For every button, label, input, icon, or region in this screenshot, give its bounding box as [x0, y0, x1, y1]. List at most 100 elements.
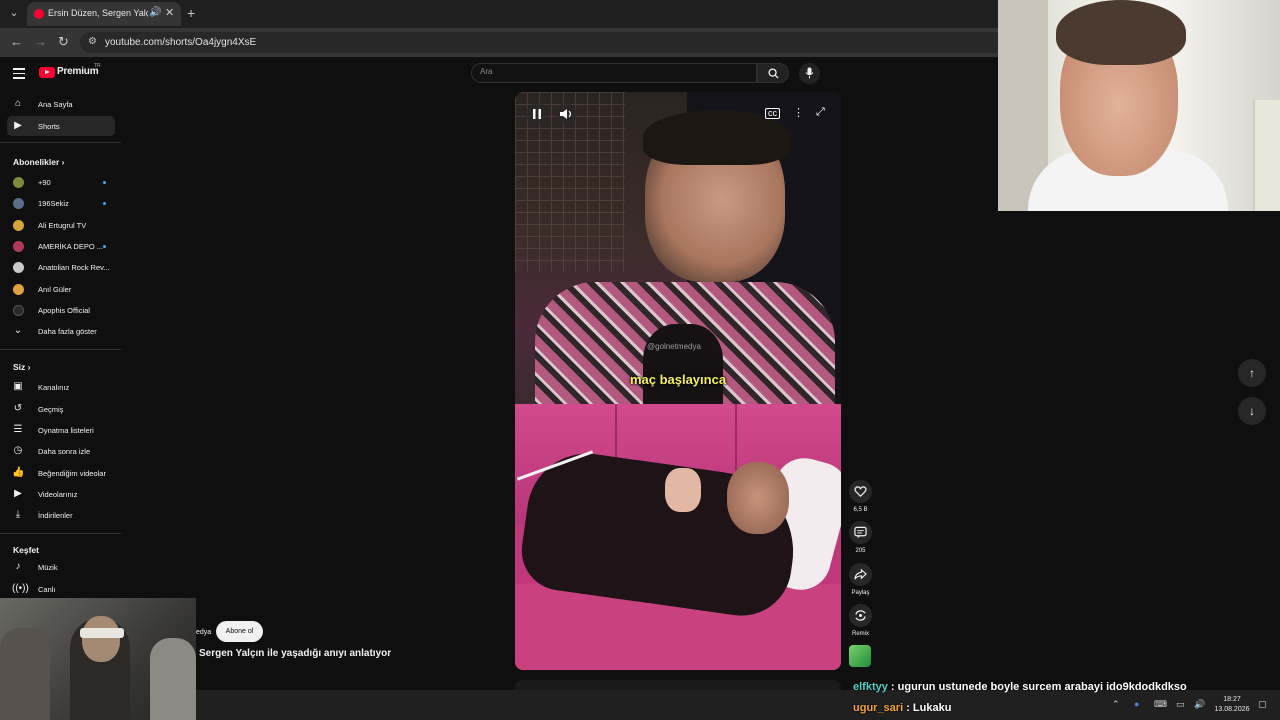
avatar — [13, 262, 24, 273]
sidebar-item-label: Kanalınız — [38, 383, 70, 392]
youtube-logo-icon[interactable] — [39, 67, 55, 78]
sidebar-item-history[interactable]: ↺ Geçmiş — [7, 399, 115, 419]
sidebar-divider — [0, 142, 121, 143]
tab-close-icon[interactable]: ✕ — [165, 6, 174, 19]
sidebar-item-label: Daha sonra izle — [38, 447, 91, 456]
next-short-button[interactable]: ↓ — [1238, 397, 1266, 425]
like-button[interactable] — [849, 480, 872, 503]
remix-button[interactable] — [849, 604, 872, 627]
sidebar-item-label: +90 — [38, 178, 51, 187]
sidebar-item-shorts[interactable]: ▶ Shorts — [7, 116, 115, 136]
sidebar-item-label: 196Sekiz — [38, 199, 69, 208]
volume-button[interactable] — [555, 103, 577, 125]
stream-chat-overlay: elfktyy : ugurun ustunede boyle surcem a… — [848, 678, 1280, 720]
chevron-down-icon: ⌄ — [13, 325, 23, 336]
avatar — [13, 305, 24, 316]
like-icon: 👍 — [12, 467, 25, 478]
brand-label[interactable]: Premium — [57, 66, 99, 77]
streamer-hair — [1056, 0, 1186, 65]
sidebar-divider — [0, 533, 121, 534]
secondary-video-overlay — [0, 598, 196, 720]
sidebar-item-subscription[interactable]: AMERİKA DEPO ... — [7, 236, 115, 256]
avatar — [13, 177, 24, 188]
browser-tab-bar: ⌄ Ersin Düzen, Sergen Yalçın i 🔊 ✕ + — [0, 0, 998, 28]
blindfolded-person-face — [82, 616, 120, 662]
sidebar-item-liked-videos[interactable]: 👍 Beğendiğim videolar — [7, 463, 115, 483]
tab-audio-icon[interactable]: 🔊 — [149, 7, 161, 18]
address-bar[interactable]: ⚙ youtube.com/shorts/Oa4jygn4XsE — [80, 32, 998, 53]
mic-icon — [805, 67, 814, 79]
volume-icon — [560, 109, 572, 119]
comment-count: 205 — [855, 548, 866, 554]
comment-button[interactable] — [849, 521, 872, 544]
chat-username: ugur_sari — [853, 702, 904, 714]
sidebar-item-subscription[interactable]: Anatolian Rock Rev... — [7, 257, 115, 277]
pause-button[interactable] — [526, 103, 548, 125]
tab-search-button[interactable]: ⌄ — [6, 5, 22, 21]
like-icon — [854, 486, 867, 497]
you-heading[interactable]: Siz › — [13, 362, 30, 372]
sidebar-item-your-videos[interactable]: ▶ Videolarınız — [7, 484, 115, 504]
forward-icon[interactable]: → — [34, 34, 47, 49]
reload-icon[interactable]: ↻ — [58, 34, 69, 50]
tab-title: Ersin Düzen, Sergen Yalçın i — [48, 8, 148, 18]
background-figure — [150, 638, 196, 720]
share-button[interactable] — [849, 563, 872, 586]
more-options-icon[interactable]: ⋮ — [793, 106, 804, 119]
subscribe-button[interactable]: Abone ol — [216, 621, 263, 642]
sidebar-item-home[interactable]: ⌂ Ana Sayfa — [7, 94, 115, 114]
sidebar-item-downloads[interactable]: ⤓ İndirilenler — [7, 505, 115, 525]
sidebar-item-live[interactable]: ((•)) Canlı — [7, 579, 115, 599]
voice-search-button[interactable] — [799, 63, 820, 84]
sidebar-item-label: Videolarınız — [38, 490, 78, 499]
sidebar-item-subscription[interactable]: +90 — [7, 172, 115, 192]
search-button[interactable] — [757, 63, 789, 83]
sidebar-item-label: Anatolian Rock Rev... — [38, 263, 110, 272]
short-title[interactable]: Sergen Yalçın ile yaşadığı anıyı anlatıy… — [199, 648, 391, 659]
sidebar-item-subscription[interactable]: 196Sekiz — [7, 193, 115, 213]
share-icon — [854, 568, 867, 580]
sleeping-person-head — [727, 462, 789, 534]
sidebar-item-label: AMERİKA DEPO ... — [38, 242, 104, 251]
remix-label: Remix — [851, 631, 869, 637]
browser-tab[interactable]: Ersin Düzen, Sergen Yalçın i 🔊 ✕ — [27, 2, 181, 26]
download-icon: ⤓ — [15, 509, 21, 520]
sidebar-item-channel[interactable]: ▣ Kanalınız — [7, 377, 115, 397]
short-video-player[interactable]: @golnetmedya maç başlayınca — [515, 92, 841, 404]
sidebar-item-label: Daha fazla göster — [38, 327, 97, 336]
sidebar-item-subscription[interactable]: Apophis Official — [7, 300, 115, 320]
sidebar-item-label: Ali Ertugrul TV — [38, 221, 87, 230]
sidebar-item-subscription[interactable]: Ali Ertugrul TV — [7, 215, 115, 235]
url-text[interactable]: youtube.com/shorts/Oa4jygn4XsE — [105, 37, 256, 48]
back-icon[interactable]: ← — [10, 34, 23, 49]
sidebar-item-playlists[interactable]: ☰ Oynatma listeleri — [7, 420, 115, 440]
menu-icon[interactable] — [13, 68, 25, 82]
sidebar-item-music[interactable]: ♪ Müzik — [7, 557, 115, 577]
shorts-icon: ▶ — [14, 120, 22, 131]
captions-icon[interactable]: cc — [765, 108, 780, 119]
show-more-button[interactable]: ⌄ Daha fazla göster — [7, 321, 115, 341]
new-tab-button[interactable]: + — [187, 5, 195, 21]
channel-name[interactable]: edya — [196, 629, 211, 636]
share-label: Paylaş — [851, 590, 870, 596]
sleeping-person-hand — [665, 468, 701, 512]
channel-icon: ▣ — [13, 381, 23, 392]
explore-heading: Keşfet — [13, 545, 39, 555]
fullscreen-icon[interactable]: ⤢ — [816, 106, 825, 119]
previous-short-button[interactable]: ↑ — [1238, 359, 1266, 387]
sidebar-item-label: İndirilenler — [38, 511, 73, 520]
history-icon: ↺ — [13, 403, 23, 414]
region-label: TR — [94, 63, 101, 69]
live-icon: ((•)) — [12, 583, 29, 594]
sidebar-item-watch-later[interactable]: ◷ Daha sonra izle — [7, 441, 115, 461]
pause-icon — [533, 109, 541, 119]
subscriptions-heading[interactable]: Abonelikler › — [13, 157, 65, 167]
sound-thumbnail[interactable] — [849, 645, 871, 667]
search-input[interactable] — [480, 67, 740, 76]
webcam-background-shelf — [1253, 100, 1280, 211]
site-info-icon[interactable]: ⚙ — [88, 36, 97, 47]
chat-text: : Lukaku — [906, 702, 952, 714]
new-content-dot — [103, 181, 106, 184]
sidebar-item-subscription[interactable]: Anıl Güler — [7, 279, 115, 299]
home-icon: ⌂ — [14, 98, 22, 109]
